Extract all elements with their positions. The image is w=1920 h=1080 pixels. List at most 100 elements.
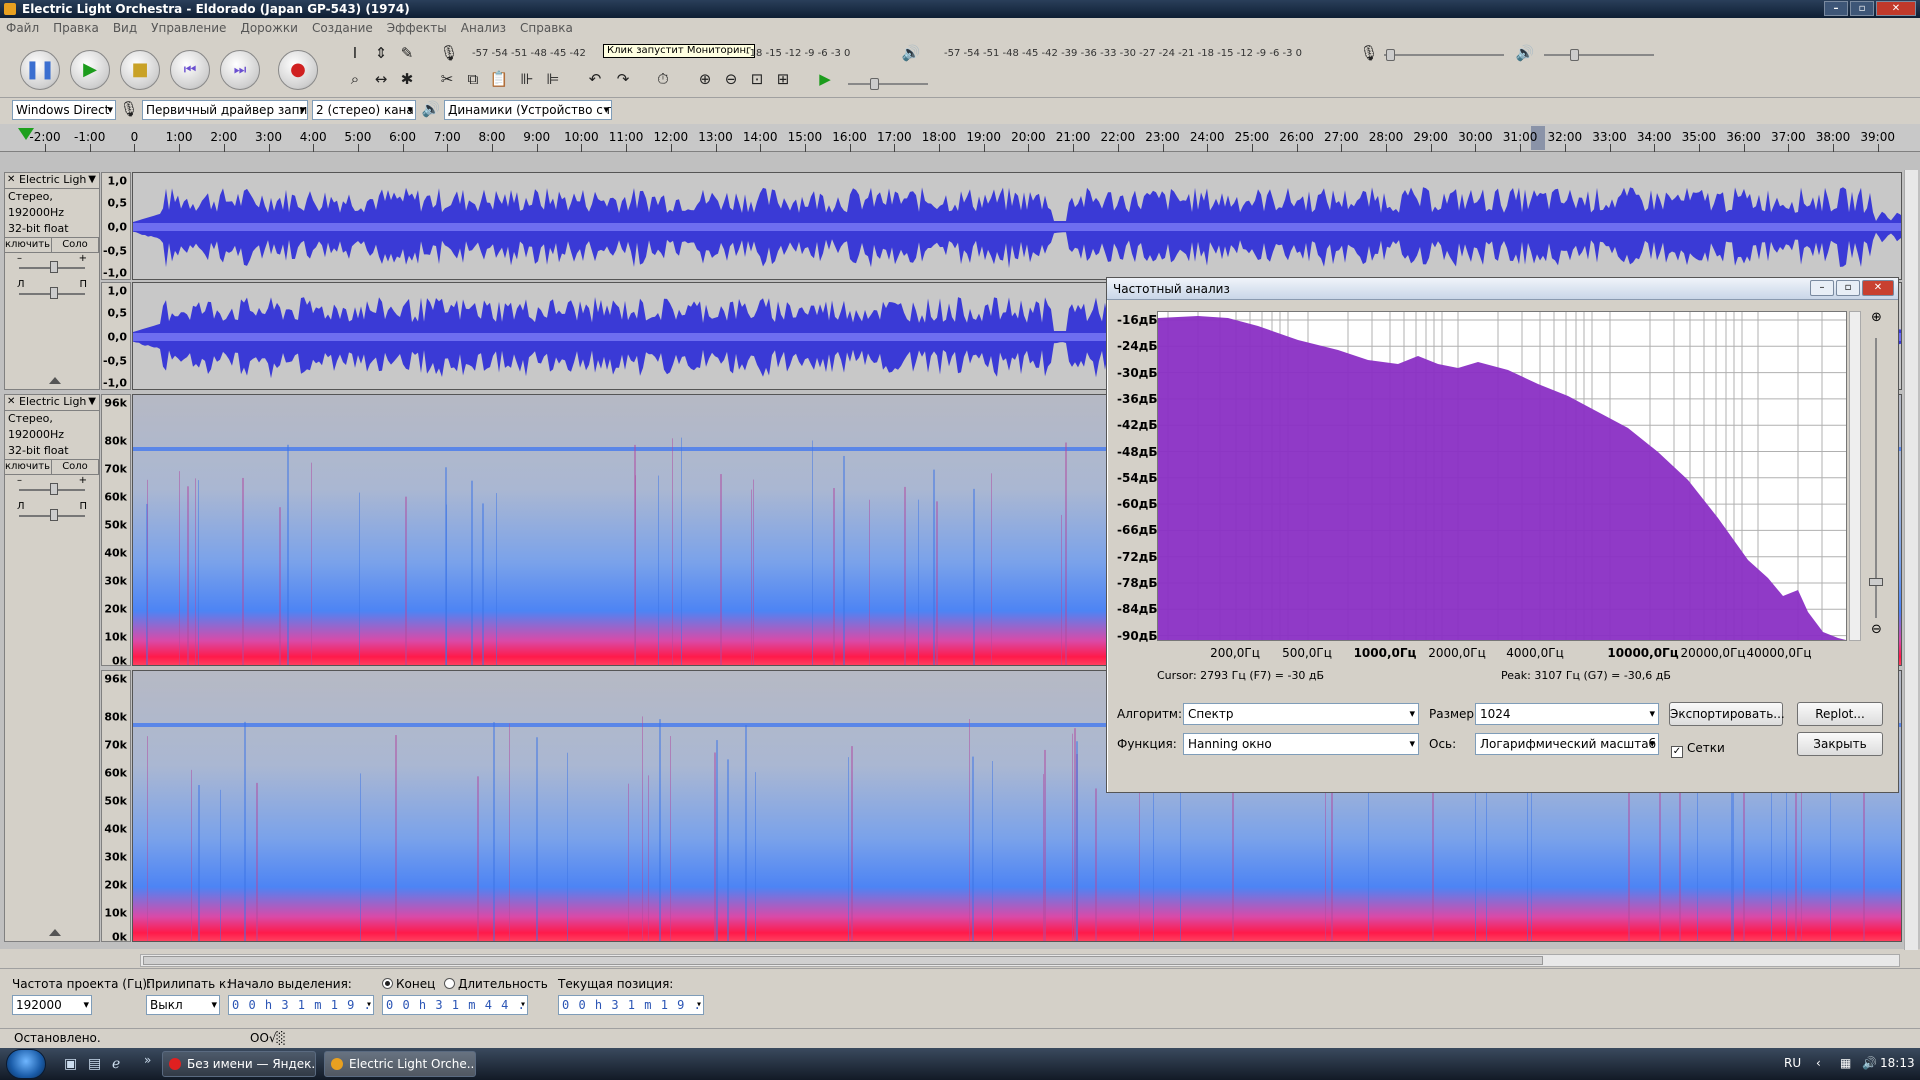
horizontal-scrollbar[interactable] xyxy=(140,954,1900,967)
stop-button[interactable]: ■ xyxy=(120,50,160,90)
fit-project-icon[interactable]: ⊞ xyxy=(772,68,794,90)
skip-end-button[interactable]: ⏭ xyxy=(220,50,260,90)
menu-view[interactable]: Вид xyxy=(113,21,137,35)
tray-clock[interactable]: 18:13 xyxy=(1880,1056,1915,1070)
dialog-title-bar[interactable]: Частотный анализ – ▫ ✕ xyxy=(1107,278,1898,300)
zoom-in-icon[interactable]: ⊕ xyxy=(694,68,716,90)
tray-expand-icon[interactable]: ‹ xyxy=(1816,1056,1821,1070)
playback-meter-ticks[interactable]: -57 -54 -51 -48 -45 -42 -39 -36 -33 -30 … xyxy=(944,48,1334,60)
dialog-maximize-button[interactable]: ▫ xyxy=(1836,280,1860,296)
track-2-control-panel[interactable]: ✕ Electric Ligh ▼ Стерео, 192000Hz 32-bit … xyxy=(4,394,100,942)
selection-tool-icon[interactable]: I xyxy=(344,42,366,64)
algorithm-select[interactable]: Спектр xyxy=(1183,703,1419,725)
taskbar-item-yandex[interactable]: Без имени — Яндек... xyxy=(162,1051,316,1077)
input-volume-slider[interactable] xyxy=(1384,49,1504,61)
input-channels-select[interactable]: 2 (стерео) кана. xyxy=(312,100,416,120)
track-2-name[interactable]: Electric Ligh xyxy=(19,395,86,408)
draw-tool-icon[interactable]: ✎ xyxy=(396,42,418,64)
window-function-select[interactable]: Hanning окно xyxy=(1183,733,1419,755)
track-1-mute-button[interactable]: ключить звук xyxy=(5,238,52,252)
pause-button[interactable]: ❚❚ xyxy=(20,50,60,90)
speaker-icon[interactable]: 🔊 xyxy=(900,42,922,64)
timeshift-tool-icon[interactable]: ↔ xyxy=(370,68,392,90)
quicklaunch-explorer-icon[interactable]: ▣ xyxy=(64,1056,77,1072)
track-1-close-icon[interactable]: ✕ xyxy=(7,173,15,187)
copy-icon[interactable]: ⧉ xyxy=(462,68,484,90)
output-device-select[interactable]: Динамики (Устройство с п xyxy=(444,100,612,120)
replot-button[interactable]: Replot... xyxy=(1797,702,1883,726)
multi-tool-icon[interactable]: ✱ xyxy=(396,68,418,90)
quicklaunch-ie-icon[interactable]: ℯ xyxy=(112,1056,120,1072)
spectrum-vertical-scrollbar[interactable] xyxy=(1849,311,1861,641)
skip-start-button[interactable]: ⏮ xyxy=(170,50,210,90)
record-button[interactable]: ● xyxy=(278,50,318,90)
trim-icon[interactable]: ⊪ xyxy=(516,68,538,90)
undo-icon[interactable]: ↶ xyxy=(584,68,606,90)
menu-generate[interactable]: Создание xyxy=(312,21,373,35)
menu-effects[interactable]: Эффекты xyxy=(387,21,447,35)
end-radio[interactable] xyxy=(382,978,393,989)
track-1-pan-slider[interactable]: ЛП xyxy=(5,279,99,305)
tray-language[interactable]: RU xyxy=(1784,1056,1801,1070)
play-button[interactable]: ▶ xyxy=(70,50,110,90)
length-radio-option[interactable]: Длительность xyxy=(444,977,548,991)
output-volume-slider[interactable] xyxy=(1544,49,1654,61)
size-select[interactable]: 1024 xyxy=(1475,703,1659,725)
selection-end-time[interactable]: 0 0 h 3 1 m 4 4 . 8 7 1 s xyxy=(382,995,528,1015)
track-1-menu-chevron-icon[interactable]: ▼ xyxy=(88,173,96,187)
mic-icon[interactable]: 🎙 xyxy=(438,42,460,64)
dialog-close-icon[interactable]: ✕ xyxy=(1862,280,1894,296)
menu-tracks[interactable]: Дорожки xyxy=(240,21,298,35)
audio-host-select[interactable]: Windows Direct xyxy=(12,100,116,120)
vertical-scrollbar[interactable] xyxy=(1904,170,1918,950)
tray-volume-icon[interactable]: 🔊 xyxy=(1862,1056,1877,1070)
quicklaunch-more-icon[interactable]: » xyxy=(144,1053,151,1067)
dialog-minimize-button[interactable]: – xyxy=(1810,280,1834,296)
track-2-pan-slider[interactable]: ЛП xyxy=(5,501,99,527)
record-meter-ticks-right[interactable]: -18 -15 -12 -9 -6 -3 0 xyxy=(746,48,876,60)
track-1-solo-button[interactable]: Соло xyxy=(52,238,99,252)
track-1-name[interactable]: Electric Ligh xyxy=(19,173,86,186)
track-2-solo-button[interactable]: Соло xyxy=(52,460,99,474)
play-speed-slider[interactable] xyxy=(848,78,928,90)
envelope-tool-icon[interactable]: ⇕ xyxy=(370,42,392,64)
end-radio-option[interactable]: Конец xyxy=(382,977,435,991)
timeline-ruler[interactable]: -2:00 -1:00 0 1:00 2:00 3:00 4:00 5:00 6:00 7:00 8… xyxy=(0,124,1920,152)
redo-icon[interactable]: ↷ xyxy=(612,68,634,90)
spectrum-plot[interactable] xyxy=(1157,311,1847,641)
play-at-speed-icon[interactable]: ▶ xyxy=(814,68,836,90)
snap-to-select[interactable]: Выкл xyxy=(146,995,220,1015)
audio-position-time[interactable]: 0 0 h 3 1 m 1 9 . 3 1 1 s xyxy=(558,995,704,1015)
maximize-button[interactable]: ▫ xyxy=(1850,1,1874,16)
close-button[interactable]: ✕ xyxy=(1876,1,1916,16)
track-1-collapse-icon[interactable] xyxy=(49,377,61,384)
paste-icon[interactable]: 📋 xyxy=(488,68,510,90)
start-button[interactable] xyxy=(6,1049,46,1079)
length-radio[interactable] xyxy=(444,978,455,989)
menu-edit[interactable]: Правка xyxy=(53,21,99,35)
input-device-select[interactable]: Первичный драйвер запис xyxy=(142,100,308,120)
axis-select[interactable]: Логарифмический масштаб xyxy=(1475,733,1659,755)
record-meter-ticks[interactable]: -57 -54 -51 -48 -45 -42 xyxy=(472,48,602,60)
spectrum-zoom-in-icon[interactable]: ⊕ xyxy=(1871,310,1882,325)
zoom-tool-icon[interactable]: ⌕ xyxy=(344,68,366,90)
track-2-menu-chevron-icon[interactable]: ▼ xyxy=(88,395,96,409)
spectrum-zoom-slider[interactable] xyxy=(1869,338,1883,618)
track-1-gain-slider[interactable]: – + xyxy=(5,253,99,279)
track-2-close-icon[interactable]: ✕ xyxy=(7,395,15,409)
taskbar-item-audacity[interactable]: Electric Light Orche... xyxy=(324,1051,476,1077)
cut-icon[interactable]: ✂ xyxy=(436,68,458,90)
grids-checkbox-box[interactable]: ✓ xyxy=(1671,746,1683,758)
silence-icon[interactable]: ⊫ xyxy=(542,68,564,90)
minimize-button[interactable]: – xyxy=(1824,1,1848,16)
selection-start-time[interactable]: 0 0 h 3 1 m 1 9 . 3 1 1 s xyxy=(228,995,374,1015)
menu-help[interactable]: Справка xyxy=(520,21,573,35)
zoom-out-icon[interactable]: ⊖ xyxy=(720,68,742,90)
track-2-mute-button[interactable]: ключить звук xyxy=(5,460,52,474)
export-button[interactable]: Экспортировать... xyxy=(1669,702,1785,726)
grids-checkbox[interactable]: ✓ Сетки xyxy=(1671,741,1725,758)
menu-file[interactable]: Файл xyxy=(6,21,39,35)
spectrum-zoom-out-icon[interactable]: ⊖ xyxy=(1871,622,1882,637)
fit-selection-icon[interactable]: ⊡ xyxy=(746,68,768,90)
track-1-control-panel[interactable]: ✕ Electric Ligh ▼ Стерео, 192000Hz 32-bit … xyxy=(4,172,100,390)
